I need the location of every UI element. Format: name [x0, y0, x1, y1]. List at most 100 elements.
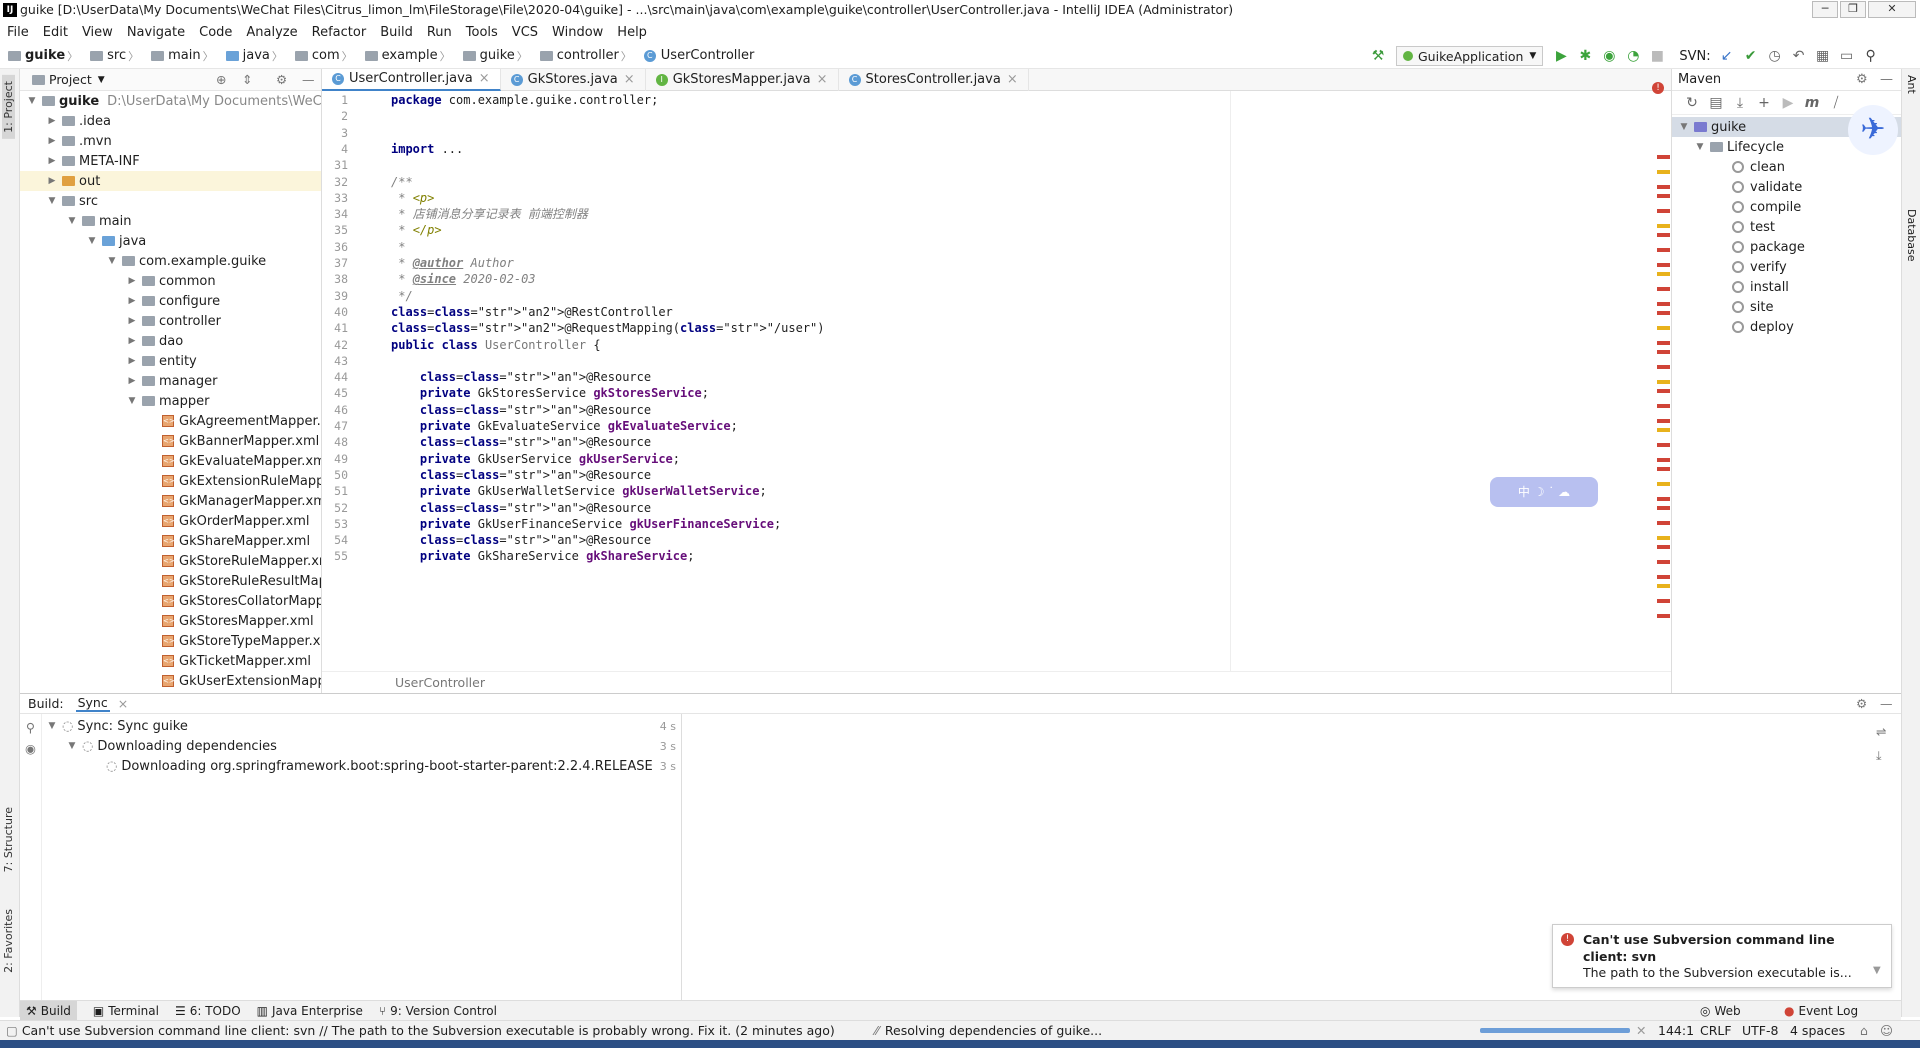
menu-window[interactable]: Window [552, 25, 603, 40]
hide-icon[interactable]: — [302, 72, 315, 87]
code-line[interactable]: * 店铺消息分享记录表 前端控制器 [391, 207, 588, 221]
tree-folder-item[interactable]: ▼ mapper [126, 391, 210, 411]
reload-icon[interactable]: ↻ [1683, 94, 1701, 112]
code-line[interactable]: private GkUserWalletService gkUserWallet… [391, 484, 767, 498]
tree-folder-item[interactable]: ▼ guike D:\UserData\My Documents\WeChat Fi… [26, 91, 321, 111]
tree-file-item[interactable]: <> GkStoreRuleResultMapper.xml [146, 571, 321, 591]
chevron-right-icon[interactable]: ▶ [126, 296, 138, 306]
crumb-src[interactable]: src 〉 [90, 48, 145, 64]
tree-file-item[interactable]: <> GkManagerMapper.xml [146, 491, 321, 511]
maven-goal-validate[interactable]: validate [1732, 177, 1802, 197]
build-row-download[interactable]: ◌ Downloading org.springframework.boot:sp… [106, 756, 676, 776]
favorites-tool-tab[interactable]: 2: Favorites [2, 909, 15, 973]
tab-sync[interactable]: Sync [75, 695, 110, 712]
code-line[interactable]: public class UserController { [391, 338, 601, 352]
menu-tools[interactable]: Tools [466, 25, 498, 40]
code-line[interactable]: class=class="str">"an">@Resource [391, 533, 651, 547]
svn-error-notification[interactable]: ! Can't use Subversion command line clie… [1552, 924, 1892, 988]
menu-run[interactable]: Run [427, 25, 452, 40]
error-stripe-mark[interactable] [1657, 194, 1670, 198]
tab-gkstores[interactable]: C GkStores.java × [501, 68, 646, 91]
error-stripe-mark[interactable] [1657, 467, 1670, 471]
maven-goal-package[interactable]: package [1732, 237, 1805, 257]
chevron-down-icon[interactable]: ▼ [86, 236, 98, 246]
menu-code[interactable]: Code [199, 25, 232, 40]
menu-build[interactable]: Build [380, 25, 413, 40]
tree-file-item[interactable]: <> GkUserExtensionMapper.xml [146, 671, 321, 691]
project-view-select[interactable]: Project [49, 72, 92, 87]
error-stripe-mark[interactable] [1657, 599, 1670, 603]
code-line[interactable]: private GkEvaluateService gkEvaluateServ… [391, 419, 738, 433]
close-icon[interactable]: × [479, 71, 490, 86]
chevron-right-icon[interactable]: ▶ [46, 156, 58, 166]
maven-goal-clean[interactable]: clean [1732, 157, 1785, 177]
error-stripe-mark[interactable] [1657, 560, 1670, 564]
code-line[interactable]: * <p> [391, 191, 434, 205]
build-row-dependencies[interactable]: ▼ ◌ Downloading dependencies 3 s [66, 736, 676, 756]
error-stripe-mark[interactable] [1657, 497, 1670, 501]
execute-goal-icon[interactable]: m [1803, 94, 1821, 112]
chevron-down-icon[interactable]: ▼ [126, 396, 138, 406]
skip-tests-icon[interactable]: ⧸ [1827, 94, 1845, 112]
profile-icon[interactable]: ◔ [1624, 47, 1642, 65]
tool-tab-build[interactable]: ⚒ Build [20, 1000, 77, 1021]
project-tool-tab[interactable]: 1: Project [2, 75, 15, 139]
chevron-down-icon[interactable]: ▼ [46, 196, 58, 206]
maven-goal-compile[interactable]: compile [1732, 197, 1801, 217]
error-stripe-mark[interactable] [1657, 326, 1670, 330]
tool-tab-event-log[interactable]: ● Event Log [1784, 1001, 1858, 1021]
tab-gkstoresmapper[interactable]: I GkStoresMapper.java × [646, 68, 839, 91]
chevron-right-icon[interactable]: ▶ [126, 316, 138, 326]
menu-refactor[interactable]: Refactor [312, 25, 367, 40]
error-stripe-mark[interactable] [1657, 521, 1670, 525]
tool-tab-version-control[interactable]: ⑂ 9: Version Control [379, 1004, 497, 1018]
crumb-main[interactable]: main 〉 [151, 48, 219, 64]
maven-lifecycle[interactable]: ▼ Lifecycle [1694, 137, 1785, 157]
lock-icon[interactable]: ⌂ [1860, 1023, 1868, 1038]
code-line[interactable]: import ... [391, 142, 463, 156]
error-stripe-mark[interactable] [1657, 380, 1670, 384]
error-stripe-mark[interactable] [1657, 584, 1670, 588]
error-stripe-mark[interactable] [1657, 185, 1670, 189]
error-stripe[interactable] [1657, 91, 1671, 671]
code-line[interactable]: private GkShareService gkShareService; [391, 549, 695, 563]
search-icon[interactable]: ⚲ [1862, 47, 1880, 65]
tool-tab-todo[interactable]: ☰ 6: TODO [175, 1004, 241, 1018]
crumb-java[interactable]: java 〉 [225, 48, 289, 64]
tree-file-item[interactable]: <> GkBannerMapper.xml [146, 431, 319, 451]
error-stripe-mark[interactable] [1657, 404, 1670, 408]
error-stripe-mark[interactable] [1657, 536, 1670, 540]
svn-commit-icon[interactable]: ✔ [1742, 47, 1760, 65]
menu-file[interactable]: File [7, 25, 29, 40]
tree-file-item[interactable]: <> GkShareMapper.xml [146, 531, 310, 551]
stop-icon[interactable]: ■ [1648, 47, 1666, 65]
build-hammer-icon[interactable]: ⚒ [1369, 47, 1387, 65]
chevron-right-icon[interactable]: ▶ [126, 356, 138, 366]
chevron-right-icon[interactable]: ▶ [126, 276, 138, 286]
error-stripe-mark[interactable] [1657, 233, 1670, 237]
status-progress-text[interactable]: Resolving dependencies of guike... [885, 1023, 1102, 1038]
maven-goal-test[interactable]: test [1732, 217, 1775, 237]
error-stripe-mark[interactable] [1657, 350, 1670, 354]
run-icon[interactable]: ▶ [1779, 94, 1797, 112]
chevron-down-icon[interactable]: ▼ [66, 216, 78, 226]
tab-storescontroller[interactable]: C StoresController.java × [839, 68, 1029, 91]
chevron-right-icon[interactable]: ▶ [46, 176, 58, 186]
tree-file-item[interactable]: <> GkStoreRuleMapper.xml [146, 551, 321, 571]
tree-folder-item[interactable]: ▼ main [66, 211, 132, 231]
error-indicator-icon[interactable]: ! [1652, 82, 1664, 94]
status-message[interactable]: Can't use Subversion command line client… [22, 1023, 835, 1038]
menu-help[interactable]: Help [617, 25, 647, 40]
run-icon[interactable]: ▶ [1552, 47, 1570, 65]
error-stripe-mark[interactable] [1657, 248, 1670, 252]
error-stripe-mark[interactable] [1657, 170, 1670, 174]
tree-folder-item[interactable]: ▼ src [46, 191, 98, 211]
tree-file-item[interactable]: <> GkStoreTypeMapper.xml [146, 631, 321, 651]
crumb-controller[interactable]: controller 〉 [539, 48, 638, 64]
caret-position[interactable]: 144:1 [1658, 1023, 1694, 1038]
hide-icon[interactable]: — [1880, 696, 1893, 711]
maximize-button[interactable]: ❐ [1840, 1, 1866, 18]
indent-setting[interactable]: 4 spaces [1790, 1023, 1845, 1038]
menu-analyze[interactable]: Analyze [246, 25, 297, 40]
error-stripe-mark[interactable] [1657, 428, 1670, 432]
